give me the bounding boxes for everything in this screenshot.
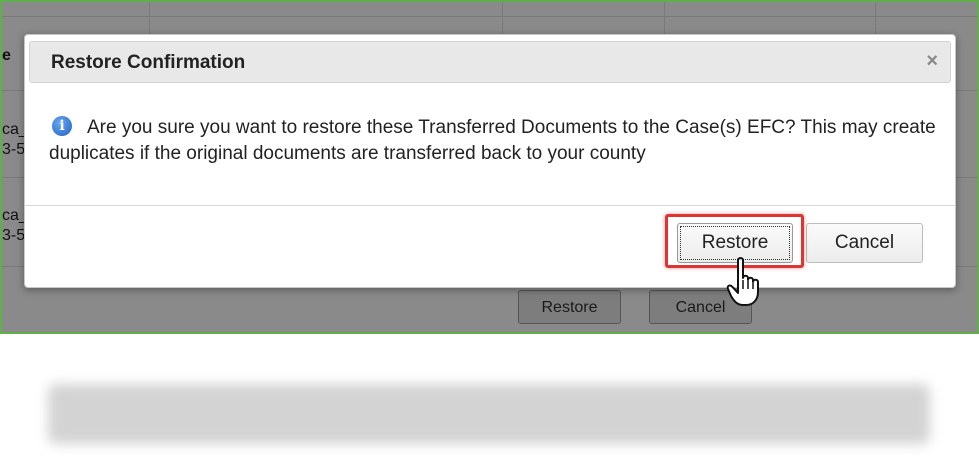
blurred-caption-bar [48, 384, 930, 444]
dialog-header: Restore Confirmation × [29, 41, 951, 83]
restore-confirmation-dialog: Restore Confirmation × i Are you sure yo… [24, 34, 956, 288]
background-restore-button: Restore [518, 290, 621, 324]
column-header-fragment: e [2, 47, 11, 64]
close-icon[interactable]: × [926, 50, 938, 73]
table-row-divider [2, 16, 977, 17]
dialog-footer-divider [25, 205, 955, 206]
table-cell-fragment: 3-5 [2, 227, 26, 244]
hand-pointer-icon [726, 257, 759, 306]
table-cell-fragment: 3-5 [2, 141, 26, 158]
cancel-button[interactable]: Cancel [806, 223, 923, 263]
dialog-title: Restore Confirmation [51, 52, 246, 73]
dialog-message: Are you sure you want to restore these T… [49, 117, 936, 164]
